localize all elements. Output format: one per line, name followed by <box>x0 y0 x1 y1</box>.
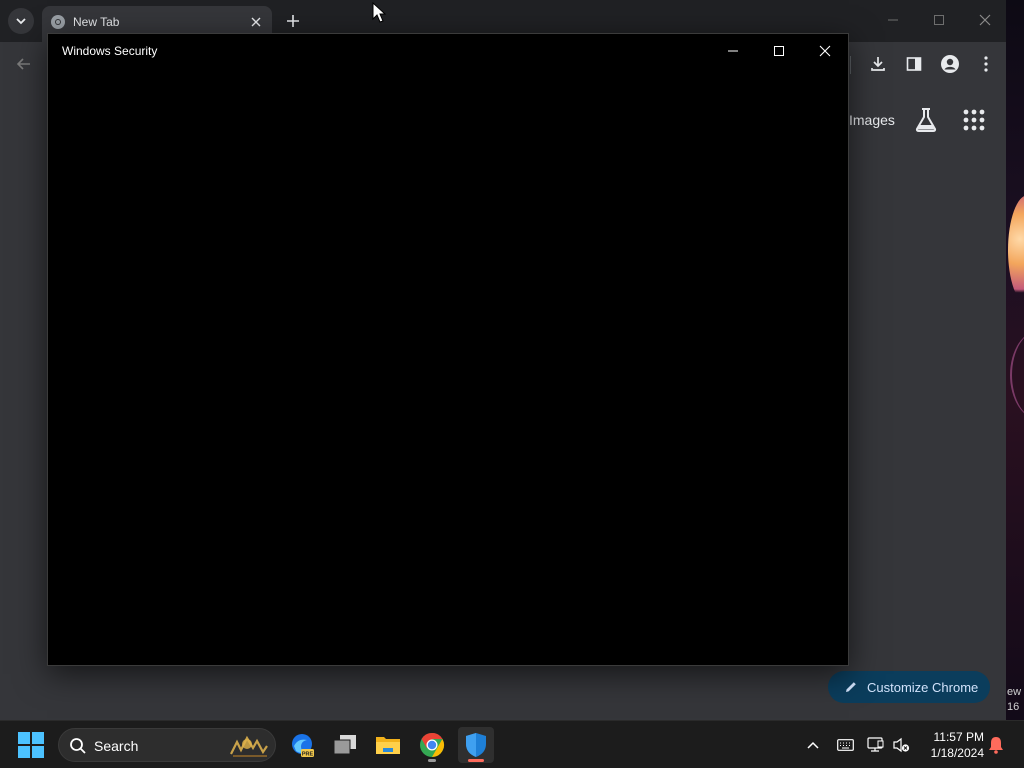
app-running-indicator <box>428 759 436 762</box>
chrome-minimize-button[interactable] <box>878 6 908 34</box>
taskbar: Search PRE 11:57 PM 1/18/2024 <box>0 720 1024 768</box>
bell-icon <box>989 737 1003 754</box>
keyboard-icon <box>836 739 854 751</box>
minimize-button[interactable] <box>713 36 753 66</box>
desktop-partial-text: 16 <box>1007 701 1020 713</box>
chrome-maximize-button[interactable] <box>924 6 954 34</box>
maximize-icon <box>934 15 944 25</box>
show-hidden-icons-button[interactable] <box>803 735 823 755</box>
taskbar-windows-security[interactable] <box>458 727 494 763</box>
search-icon <box>70 738 86 754</box>
side-panel-icon <box>906 57 922 71</box>
chevron-down-icon <box>16 18 26 25</box>
chevron-up-icon <box>807 741 819 749</box>
minimize-icon <box>888 19 898 21</box>
app-active-indicator <box>468 759 484 762</box>
taskbar-file-explorer[interactable] <box>370 727 406 763</box>
taskbar-task-view[interactable] <box>327 727 363 763</box>
minimize-icon <box>728 50 738 52</box>
close-button[interactable] <box>805 36 845 66</box>
side-panel-button[interactable] <box>902 52 926 76</box>
close-icon <box>979 14 991 26</box>
maximize-button[interactable] <box>759 36 799 66</box>
download-icon <box>871 57 885 71</box>
chrome-menu-button[interactable] <box>974 52 998 76</box>
profile-icon <box>941 55 959 73</box>
customize-chrome-label: Customize Chrome <box>867 679 979 695</box>
maximize-icon <box>774 46 784 56</box>
new-tab-button[interactable] <box>282 10 304 32</box>
arrow-left-icon <box>16 58 30 70</box>
chrome-icon <box>420 733 445 757</box>
clock-time: 11:57 PM <box>933 730 984 744</box>
back-button[interactable] <box>12 52 36 76</box>
network-tray-button[interactable] <box>866 735 886 755</box>
wallpaper-shape <box>1008 195 1024 305</box>
close-icon <box>251 17 261 27</box>
start-button[interactable] <box>18 732 44 758</box>
tab-close-button[interactable] <box>248 14 264 30</box>
network-icon <box>867 737 884 752</box>
close-icon <box>819 45 831 57</box>
volume-muted-icon <box>893 737 910 753</box>
notifications-button[interactable] <box>986 735 1006 755</box>
windows-security-icon <box>466 733 486 757</box>
plus-icon <box>287 15 299 27</box>
pencil-icon <box>846 682 856 692</box>
flask-icon[interactable] <box>914 107 938 133</box>
edge-dev-icon: PRE <box>292 734 314 758</box>
volume-tray-button[interactable] <box>891 735 911 755</box>
clock-date: 1/18/2024 <box>930 746 984 760</box>
taskbar-chrome[interactable] <box>414 727 450 763</box>
task-view-icon <box>333 735 356 755</box>
svg-text:PRE: PRE <box>302 752 314 758</box>
tab-title: New Tab <box>73 15 120 29</box>
window-title: Windows Security <box>62 44 158 58</box>
toolbar-separator <box>850 56 851 74</box>
search-highlight-icon <box>230 735 268 757</box>
apps-grid-icon[interactable] <box>963 109 985 131</box>
taskbar-clock[interactable]: 11:57 PM 1/18/2024 <box>922 729 984 761</box>
mouse-cursor-icon <box>372 2 386 23</box>
chrome-icon <box>51 15 65 29</box>
chrome-close-button[interactable] <box>970 6 1000 34</box>
images-link[interactable]: Images <box>849 112 895 128</box>
windows-logo-pane <box>18 732 30 744</box>
profile-button[interactable] <box>938 52 962 76</box>
windows-logo-pane <box>32 746 44 758</box>
tab-search-button[interactable] <box>8 8 34 34</box>
desktop-partial-text: ew <box>1007 686 1022 698</box>
taskbar-edge-dev[interactable]: PRE <box>284 727 320 763</box>
wallpaper-arc <box>1010 330 1024 420</box>
download-button[interactable] <box>866 52 890 76</box>
windows-logo-pane <box>32 732 44 744</box>
desktop-wallpaper <box>1006 0 1024 720</box>
file-explorer-icon <box>376 737 400 754</box>
windows-security-window: Windows Security <box>47 33 849 666</box>
windows-logo-pane <box>18 746 30 758</box>
taskbar-search-box[interactable]: Search <box>58 728 276 762</box>
more-vert-icon <box>984 56 988 72</box>
search-label: Search <box>94 738 139 754</box>
keyboard-tray-button[interactable] <box>835 735 855 755</box>
customize-chrome-button[interactable]: Customize Chrome <box>828 671 990 703</box>
